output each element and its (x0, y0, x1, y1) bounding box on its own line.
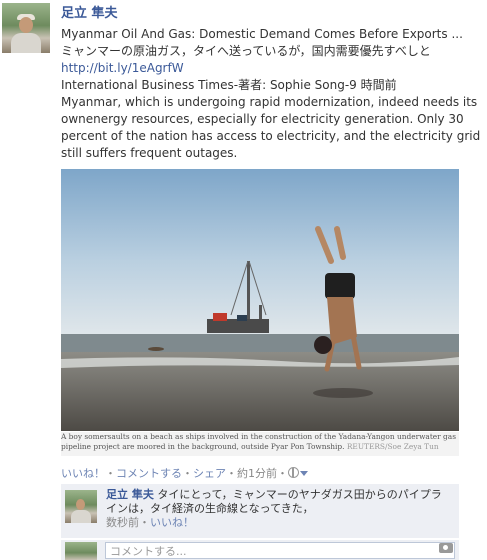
avatar-head (76, 499, 85, 510)
share-link[interactable]: シェア (193, 467, 226, 480)
reply-row: コメントする... (61, 540, 459, 560)
author-name[interactable]: 足立 隼夫 (61, 5, 481, 22)
article-photo[interactable] (61, 169, 459, 431)
comment-input[interactable]: コメントする... (105, 542, 455, 559)
post-time[interactable]: 約1分前 (237, 467, 277, 480)
avatar-head (19, 17, 33, 33)
chevron-down-icon[interactable] (300, 471, 308, 476)
photo-scene (61, 169, 459, 431)
avatar-body (71, 510, 91, 523)
globe-icon[interactable] (288, 467, 299, 478)
post-content: 足立 隼夫 Myanmar Oil And Gas: Domestic Dema… (61, 5, 481, 162)
comment-item: 足立 隼夫 タイにとって，ミャンマーのヤナダガス田からのパイプラインは，タイ経済… (61, 484, 459, 538)
article-link[interactable]: http://bit.ly/1eAgrfW (61, 60, 481, 77)
action-separator: ・ (182, 467, 193, 480)
commenter-avatar[interactable] (65, 490, 97, 523)
action-separator: ・ (139, 516, 150, 529)
post-actions: いいね！・コメントする・シェア・約1分前・ (61, 465, 308, 481)
photo-caption: A boy somersaults on a beach as ships in… (61, 432, 459, 456)
action-separator: ・ (226, 467, 237, 480)
article-title: Myanmar Oil And Gas: Domestic Demand Com… (61, 27, 463, 41)
article-description: Myanmar, which is undergoing rapid moder… (61, 95, 481, 160)
action-separator: ・ (277, 467, 288, 480)
author-avatar[interactable] (2, 3, 50, 53)
news-feed-post: 足立 隼夫 Myanmar Oil And Gas: Domestic Dema… (0, 0, 487, 560)
like-link[interactable]: いいね！ (61, 467, 105, 480)
comment-time[interactable]: 数秒前 (106, 516, 139, 529)
jp-summary: ミャンマーの原油ガス，タイへ送っているが，国内需要優先すべしと (61, 44, 431, 58)
action-separator: ・ (105, 467, 116, 480)
caption-credit: REUTERS/Soe Zeya Tun (346, 442, 439, 451)
viewer-avatar (65, 542, 97, 560)
camera-icon[interactable] (439, 543, 453, 553)
comment-text: タイにとって，ミャンマーのヤナダガス田からのパイプラインは，タイ経済の生命線とな… (106, 488, 442, 515)
avatar-body (11, 33, 41, 53)
comment-meta: 数秒前・いいね！ (106, 516, 194, 529)
commenter-name[interactable]: 足立 隼夫 (106, 488, 154, 501)
source-line: International Business Times-著者: Sophie … (61, 78, 397, 92)
comment-body: 足立 隼夫 タイにとって，ミャンマーのヤナダガス田からのパイプラインは，タイ経済… (106, 488, 451, 530)
comment-like-link[interactable]: いいね！ (150, 516, 194, 529)
comment-link[interactable]: コメントする (116, 467, 182, 480)
